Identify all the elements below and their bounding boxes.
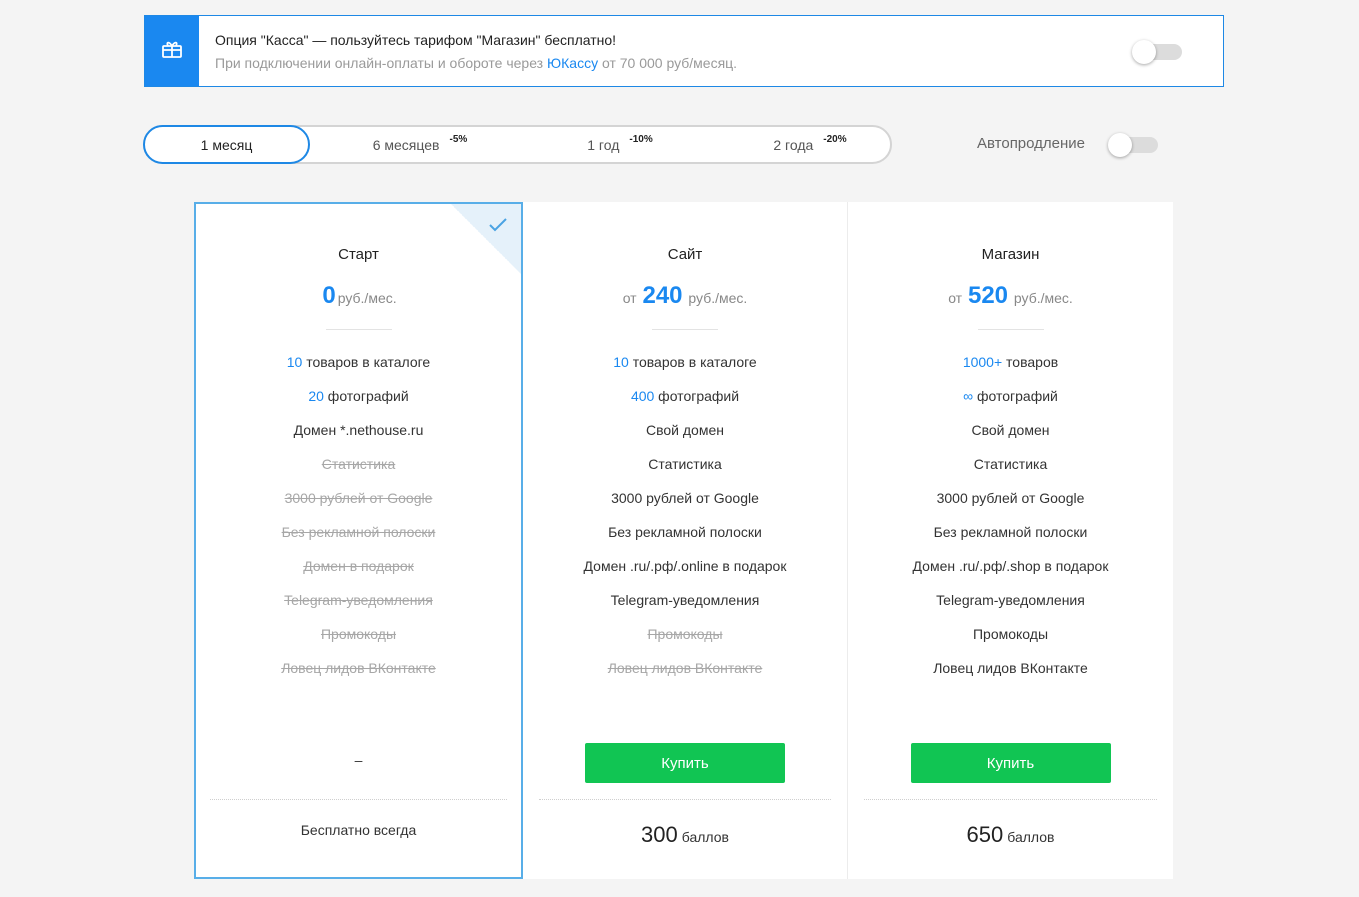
- plan-price: от 240 руб./мес.: [622, 282, 748, 309]
- feature-item: 10 товаров в каталоге: [613, 354, 757, 370]
- feature-item: Ловец лидов ВКонтакте: [933, 660, 1088, 676]
- plan-points: 650 баллов: [966, 822, 1055, 847]
- feature-item: 20 фотографий: [308, 388, 409, 404]
- feature-item: Telegram-уведомления: [610, 592, 760, 608]
- plan-name: Старт: [338, 246, 379, 263]
- feature-item: Домен .ru/.рф/.shop в подарок: [912, 558, 1109, 574]
- autorenew-toggle[interactable]: [1108, 133, 1158, 157]
- discount-badge: -5%: [449, 134, 468, 145]
- feature-item: Статистика: [973, 456, 1048, 472]
- period-selector: 1 месяц 6 месяцев -5% 1 год -10% 2 года -20…: [143, 125, 892, 164]
- period-6-months[interactable]: 6 месяцев -5%: [345, 125, 495, 164]
- feature-item: Telegram-уведомления: [936, 592, 1085, 608]
- period-2-years[interactable]: 2 года -20%: [735, 125, 885, 164]
- feature-item: 3000 рублей от Google: [936, 490, 1085, 506]
- plan-start[interactable]: Старт 0 руб./мес. 10 товаров в каталоге 20…: [194, 202, 523, 879]
- feature-item: Промокоды: [320, 626, 397, 642]
- feature-item: Без рекламной полоски: [933, 524, 1088, 540]
- feature-item: Свой домен: [971, 422, 1050, 438]
- feature-item: 1000+ товаров: [962, 354, 1059, 370]
- toggle-knob: [1108, 133, 1132, 157]
- plan-bottom-note: Бесплатно всегда: [300, 822, 417, 838]
- feature-item: Домен в подарок: [303, 558, 414, 574]
- feature-item: 10 товаров в каталоге: [286, 354, 431, 370]
- feature-item: Статистика: [648, 456, 722, 472]
- feature-item: ∞ фотографий: [963, 388, 1058, 404]
- period-1-year[interactable]: 1 год -10%: [545, 125, 695, 164]
- feature-item: 3000 рублей от Google: [284, 490, 433, 506]
- plan-name: Магазин: [981, 246, 1040, 263]
- gift-icon: [161, 39, 183, 64]
- toggle-knob: [1132, 40, 1156, 64]
- dotted-divider: [539, 799, 831, 800]
- autorenew-label: Автопродление: [977, 135, 1086, 152]
- kassa-promo-banner: Опция "Касса" — пользуйтесь тарифом "Маг…: [144, 15, 1224, 87]
- divider: [652, 329, 718, 330]
- feature-list: 1000+ товаров ∞ фотографий Свой домен Стати…: [848, 352, 1173, 692]
- divider: [977, 329, 1044, 330]
- plans-table: Старт 0 руб./мес. 10 товаров в каталоге 20…: [194, 202, 1173, 879]
- feature-item: Ловец лидов ВКонтакте: [607, 660, 763, 676]
- plan-price: от 520 руб./мес.: [948, 282, 1073, 309]
- plan-price: 0 руб./мес.: [322, 282, 397, 309]
- plan-points: 300 баллов: [641, 822, 729, 847]
- kassa-toggle[interactable]: [1132, 40, 1182, 64]
- feature-item: Домен *.nethouse.ru: [293, 422, 424, 438]
- plan-site: Сайт от 240 руб./мес. 10 товаров в катал…: [523, 202, 847, 879]
- yookassa-link[interactable]: ЮКассу: [547, 55, 598, 71]
- feature-list: 10 товаров в каталоге 20 фотографий Домен …: [194, 352, 523, 692]
- dotted-divider: [864, 799, 1157, 800]
- no-action-dash: –: [354, 752, 363, 768]
- feature-item: Статистика: [321, 456, 396, 472]
- feature-item: Домен .ru/.рф/.online в подарок: [583, 558, 787, 574]
- plan-shop: Магазин от 520 руб./мес. 1000+ товаров ∞ …: [847, 202, 1173, 879]
- feature-item: Промокоды: [647, 626, 723, 642]
- feature-item: Ловец лидов ВКонтакте: [281, 660, 436, 676]
- feature-list: 10 товаров в каталоге 400 фотографий Свой …: [523, 352, 847, 692]
- discount-badge: -20%: [823, 134, 847, 145]
- feature-item: Telegram-уведомления: [284, 592, 433, 608]
- discount-badge: -10%: [629, 134, 653, 145]
- feature-item: Промокоды: [972, 626, 1049, 642]
- plan-name: Сайт: [667, 246, 703, 263]
- feature-item: 400 фотографий: [630, 388, 740, 404]
- feature-item: Без рекламной полоски: [608, 524, 762, 540]
- buy-button-shop[interactable]: Купить: [910, 743, 1111, 783]
- promo-icon-box: [145, 16, 199, 86]
- divider: [325, 329, 392, 330]
- buy-button-site[interactable]: Купить: [585, 743, 785, 783]
- promo-subtitle: При подключении онлайн-оплаты и обороте …: [215, 55, 738, 71]
- feature-item: 3000 рублей от Google: [611, 490, 759, 506]
- feature-item: Свой домен: [646, 422, 724, 438]
- promo-title: Опция "Касса" — пользуйтесь тарифом "Маг…: [215, 32, 617, 48]
- feature-item: Без рекламной полоски: [281, 524, 436, 540]
- dotted-divider: [210, 799, 507, 800]
- period-1-month[interactable]: 1 месяц: [143, 125, 310, 164]
